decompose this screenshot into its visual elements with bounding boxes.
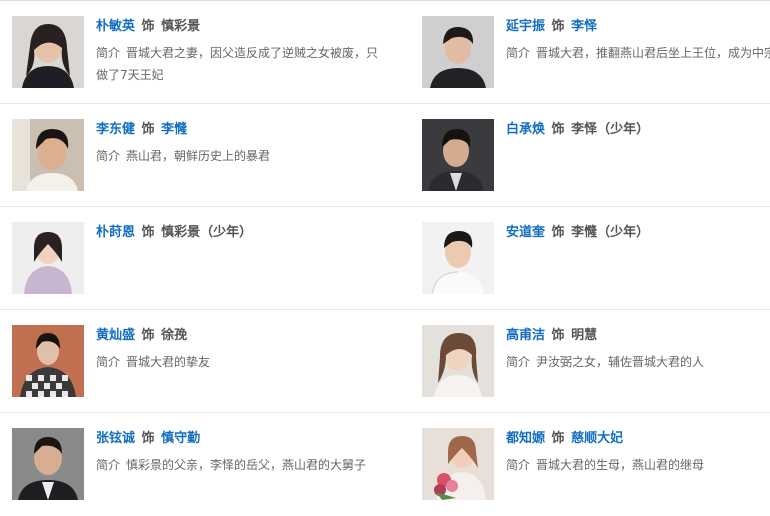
role-name-link[interactable]: 慈顺大妃: [571, 431, 623, 446]
actor-photo[interactable]: [12, 222, 84, 294]
actor-photo[interactable]: [12, 119, 84, 191]
cast-row: 李东健 饰 李㦕 简介 燕山君，朝鲜历史上的暴君 白承焕 饰 李怿（少年）: [0, 103, 770, 207]
intro-text: 燕山君，朝鲜历史上的暴君: [126, 149, 271, 163]
actor-name-link[interactable]: 朴敏英: [96, 19, 135, 34]
role-intro: 简介 慎彩景的父亲，李怿的岳父，燕山君的大舅子: [96, 454, 385, 476]
role-intro: 简介 尹汝弼之女，辅佐晋城大君的人: [506, 351, 770, 373]
role-name-link[interactable]: 慎守勤: [161, 431, 200, 446]
actor-photo[interactable]: [12, 428, 84, 500]
actor-name-link[interactable]: 高甫洁: [506, 328, 545, 343]
cast-card: 黄灿盛 饰 徐㝃 简介 晋城大君的挚友: [0, 310, 385, 413]
role-intro: 简介 晋城大君的生母，燕山君的继母: [506, 454, 770, 476]
as-label: 饰: [141, 122, 155, 137]
as-label: 饰: [141, 431, 155, 446]
as-label: 饰: [141, 225, 155, 240]
as-label: 饰: [141, 19, 155, 34]
as-label: 饰: [551, 19, 565, 34]
role-name: 李㦕（少年）: [571, 225, 650, 240]
actor-photo[interactable]: [422, 325, 494, 397]
as-label: 饰: [551, 225, 565, 240]
role-name: 徐㝃: [161, 328, 188, 343]
role-name-link[interactable]: 李㦕: [161, 122, 187, 137]
intro-text: 晋城大君之妻，因父造反成了逆贼之女被废，只做了7天王妃: [96, 46, 379, 82]
actor-photo[interactable]: [12, 16, 84, 88]
actor-name-link[interactable]: 都知嫄: [506, 431, 545, 446]
actor-name-link[interactable]: 张铉诚: [96, 431, 135, 446]
intro-label: 简介: [96, 46, 121, 60]
actor-photo[interactable]: [422, 119, 494, 191]
cast-card: 张铉诚 饰 慎守勤 简介 慎彩景的父亲，李怿的岳父，燕山君的大舅子: [0, 413, 385, 516]
role-name: 慎彩景（少年）: [161, 225, 253, 240]
role-name: 明慧: [571, 328, 598, 343]
actor-name-link[interactable]: 李东健: [96, 122, 135, 137]
actor-photo[interactable]: [422, 222, 494, 294]
intro-label: 简介: [506, 355, 531, 369]
intro-label: 简介: [506, 46, 531, 60]
actor-name-link[interactable]: 延宇振: [506, 19, 545, 34]
cast-card: 延宇振 饰 李怿 简介 晋城大君，推翻燕山君后坐上王位，成为中宗: [410, 1, 770, 104]
cast-row: 朴莳恩 饰 慎彩景（少年） 安道奎 饰 李㦕（少年）: [0, 206, 770, 310]
intro-label: 简介: [96, 355, 121, 369]
intro-text: 尹汝弼之女，辅佐晋城大君的人: [536, 355, 705, 369]
intro-text: 晋城大君的挚友: [126, 355, 211, 369]
actor-name-link[interactable]: 黄灿盛: [96, 328, 135, 343]
intro-label: 简介: [506, 458, 531, 472]
cast-card: 安道奎 饰 李㦕（少年）: [410, 207, 770, 310]
role-name: 慎彩景: [161, 19, 201, 34]
role-intro: 简介 晋城大君之妻，因父造反成了逆贼之女被废，只做了7天王妃: [96, 42, 385, 86]
cast-row: 黄灿盛 饰 徐㝃 简介 晋城大君的挚友 高甫洁 饰 明慧 简介 尹汝弼之女，辅佐…: [0, 309, 770, 413]
as-label: 饰: [551, 431, 565, 446]
actor-photo[interactable]: [422, 428, 494, 500]
cast-card: 李东健 饰 李㦕 简介 燕山君，朝鲜历史上的暴君: [0, 104, 385, 207]
role-intro: 简介 晋城大君的挚友: [96, 351, 385, 373]
cast-card: 白承焕 饰 李怿（少年）: [410, 104, 770, 207]
actor-photo[interactable]: [422, 16, 494, 88]
as-label: 饰: [141, 328, 155, 343]
role-name-link[interactable]: 李怿: [571, 19, 597, 34]
intro-label: 简介: [96, 458, 121, 472]
cast-row: 张铉诚 饰 慎守勤 简介 慎彩景的父亲，李怿的岳父，燕山君的大舅子 都知嫄 饰 慈…: [0, 412, 770, 516]
cast-card: 都知嫄 饰 慈顺大妃 简介 晋城大君的生母，燕山君的继母: [410, 413, 770, 516]
role-intro: 简介 燕山君，朝鲜历史上的暴君: [96, 145, 385, 167]
cast-card: 朴莳恩 饰 慎彩景（少年）: [0, 207, 385, 310]
cast-card: 朴敏英 饰 慎彩景 简介 晋城大君之妻，因父造反成了逆贼之女被废，只做了7天王妃: [0, 1, 385, 104]
actor-name-link[interactable]: 白承焕: [506, 122, 545, 137]
intro-text: 晋城大君的生母，燕山君的继母: [536, 458, 705, 472]
role-name: 李怿（少年）: [571, 122, 650, 137]
intro-text: 慎彩景的父亲，李怿的岳父，燕山君的大舅子: [126, 458, 367, 472]
actor-photo[interactable]: [12, 325, 84, 397]
role-intro: 简介 晋城大君，推翻燕山君后坐上王位，成为中宗: [506, 42, 770, 64]
cast-card: 高甫洁 饰 明慧 简介 尹汝弼之女，辅佐晋城大君的人: [410, 310, 770, 413]
actor-name-link[interactable]: 安道奎: [506, 225, 545, 240]
as-label: 饰: [551, 122, 565, 137]
actor-name-link[interactable]: 朴莳恩: [96, 225, 135, 240]
cast-list: 朴敏英 饰 慎彩景 简介 晋城大君之妻，因父造反成了逆贼之女被废，只做了7天王妃 …: [0, 0, 770, 514]
as-label: 饰: [551, 328, 565, 343]
cast-row: 朴敏英 饰 慎彩景 简介 晋城大君之妻，因父造反成了逆贼之女被废，只做了7天王妃 …: [0, 0, 770, 104]
intro-label: 简介: [96, 149, 121, 163]
intro-text: 晋城大君，推翻燕山君后坐上王位，成为中宗: [536, 46, 770, 60]
